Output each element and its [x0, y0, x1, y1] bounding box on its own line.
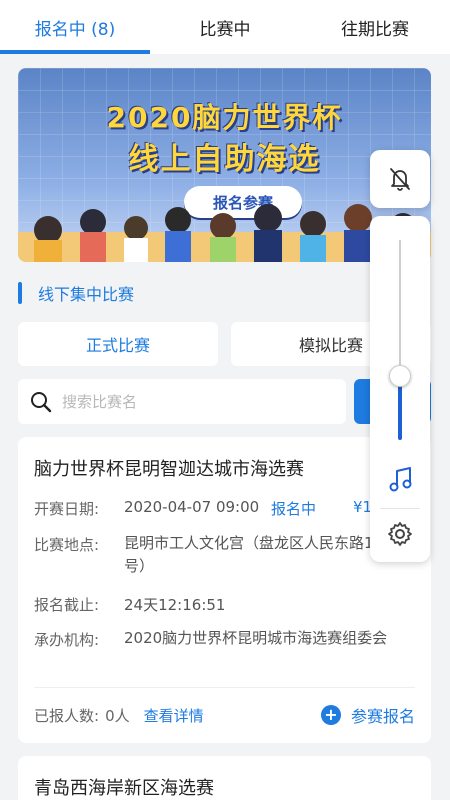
bell-off-icon	[390, 168, 410, 191]
signup-button[interactable]: + 参赛报名	[320, 703, 415, 727]
search-icon	[31, 391, 52, 412]
organizer-value: 2020脑力世界杯昆明城市海选赛组委会	[124, 629, 388, 647]
start-date-label: 开赛日期:	[34, 500, 100, 518]
volume-panel	[370, 216, 430, 562]
tab-in-progress[interactable]: 比赛中	[150, 0, 300, 54]
subtab-official[interactable]: 正式比赛	[18, 322, 218, 366]
plus-icon: +	[320, 705, 341, 725]
venue-value: 昆明市工人文化宫（盘龙区人民东路198号）	[124, 534, 393, 575]
venue-row: 比赛地点: 昆明市工人文化宫（盘龙区人民东路198号）	[34, 532, 394, 578]
start-date-row: 开赛日期: 2020-04-07 09:00	[34, 498, 259, 519]
tab-registering[interactable]: 报名中 (8)	[0, 0, 150, 54]
deadline-label: 报名截止:	[34, 596, 100, 614]
music-note-icon[interactable]	[388, 466, 414, 494]
volume-slider-thumb[interactable]	[389, 365, 411, 387]
gear-icon[interactable]	[387, 521, 413, 547]
search-input[interactable]	[62, 392, 312, 411]
competition-title: 青岛西海岸新区海选赛	[34, 778, 214, 799]
start-date-value: 2020-04-07 09:00	[124, 498, 260, 516]
registered-row: 已报人数: 0人 查看详情	[34, 705, 204, 726]
deadline-row: 报名截止: 24天12:16:51	[34, 594, 225, 615]
status-badge: 报名中	[271, 500, 317, 518]
tab-bar: 报名中 (8) 比赛中 往期比赛	[0, 0, 450, 54]
search-box	[18, 379, 346, 424]
venue-label: 比赛地点:	[34, 536, 100, 554]
mute-toggle-button[interactable]	[370, 150, 430, 208]
banner-title-line1: 2020脑力世界杯	[106, 101, 343, 134]
section-title: 线下集中比赛	[38, 285, 135, 304]
signup-label: 参赛报名	[350, 707, 415, 726]
organizer-row: 承办机构: 2020脑力世界杯昆明城市海选赛组委会	[34, 627, 394, 650]
panel-divider	[380, 508, 420, 509]
deadline-value: 24天12:16:51	[124, 596, 226, 614]
registered-count: 0人	[105, 707, 130, 725]
organizer-label: 承办机构:	[34, 631, 100, 649]
competition-title: 脑力世界杯昆明智迦达城市海选赛	[34, 459, 304, 480]
section-header: 线下集中比赛	[18, 280, 134, 306]
registered-label: 已报人数:	[34, 707, 100, 725]
view-details-link[interactable]: 查看详情	[144, 705, 204, 726]
tab-past[interactable]: 往期比赛	[300, 0, 450, 54]
card-divider	[34, 687, 415, 688]
competition-card[interactable]: 青岛西海岸新区海选赛	[18, 756, 431, 800]
section-accent-bar	[18, 282, 22, 304]
